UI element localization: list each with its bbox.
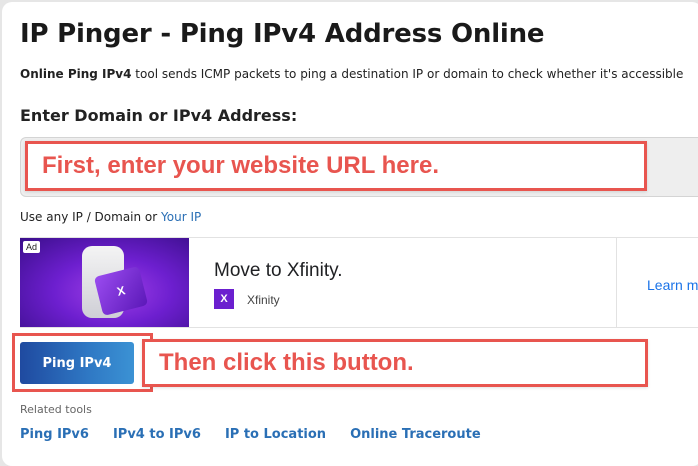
your-ip-link[interactable]: Your IP [161, 210, 201, 224]
related-tools-links: Ping IPv6 IPv4 to IPv6 IP to Location On… [20, 427, 481, 442]
domain-field-label: Enter Domain or IPv4 Address: [20, 106, 298, 125]
description-text: tool sends ICMP packets to ping a destin… [131, 67, 684, 81]
related-link-ip-to-location[interactable]: IP to Location [225, 427, 326, 442]
ad-title[interactable]: Move to Xfinity. [214, 260, 342, 282]
ad-learn-more-link[interactable]: Learn m [647, 277, 698, 293]
ad-divider [616, 238, 617, 327]
ping-ipv4-button[interactable]: Ping IPv4 [20, 342, 134, 384]
page-title: IP Pinger - Ping IPv4 Address Online [20, 19, 545, 49]
hint-text: Use any IP / Domain or [20, 210, 162, 224]
ad-banner[interactable]: Ad X Move to Xfinity. X Xfinity Learn m [20, 237, 698, 328]
related-link-ipv4-to-ipv6[interactable]: IPv4 to IPv6 [113, 427, 201, 442]
ad-image[interactable]: Ad X [20, 238, 189, 327]
annotation-step2: Then click this button. [142, 339, 648, 387]
ad-brand-name: Xfinity [247, 293, 280, 307]
related-link-online-traceroute[interactable]: Online Traceroute [350, 427, 481, 442]
related-tools-label: Related tools [20, 403, 92, 416]
related-link-ping-ipv6[interactable]: Ping IPv6 [20, 427, 89, 442]
input-hint: Use any IP / Domain or Your IP [20, 210, 201, 224]
page-description: Online Ping IPv4 tool sends ICMP packets… [20, 67, 683, 81]
annotation-step1: First, enter your website URL here. [25, 141, 647, 191]
ad-badge: Ad [23, 241, 41, 253]
xfinity-logo-icon: X [214, 289, 234, 309]
description-bold: Online Ping IPv4 [20, 67, 132, 81]
